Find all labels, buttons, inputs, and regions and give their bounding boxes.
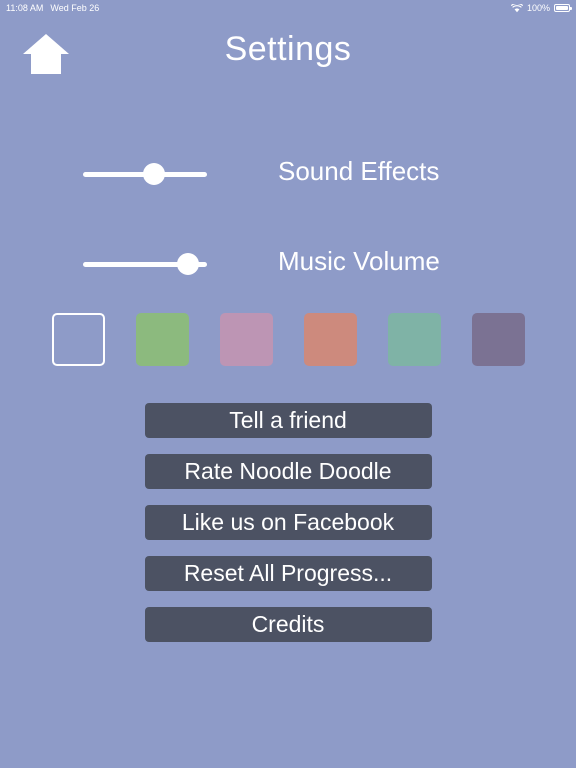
music-volume-label: Music Volume [278, 246, 440, 276]
music-volume-slider-knob[interactable] [177, 253, 199, 275]
swatch-green[interactable] [135, 313, 189, 366]
swatch-salmon[interactable] [303, 313, 357, 366]
header: Settings [0, 16, 576, 94]
settings-button-list: Tell a friend Rate Noodle Doodle Like us… [0, 403, 576, 642]
tell-a-friend-button[interactable]: Tell a friend [144, 403, 432, 438]
status-bar-right: 100% [510, 3, 572, 13]
swatch-teal[interactable] [387, 313, 441, 366]
reset-progress-button[interactable]: Reset All Progress... [144, 556, 432, 591]
credits-button[interactable]: Credits [144, 607, 432, 642]
status-bar-left: 11:08 AM Wed Feb 26 [6, 3, 99, 13]
rate-app-button[interactable]: Rate Noodle Doodle [144, 454, 432, 489]
color-swatch-row [0, 313, 576, 366]
status-bar: 11:08 AM Wed Feb 26 100% [0, 0, 576, 16]
slider-row-sound-effects: Sound Effects [0, 94, 576, 186]
wifi-icon [510, 3, 523, 13]
swatch-mauve[interactable] [219, 313, 273, 366]
battery-icon [554, 4, 572, 12]
status-time: 11:08 AM [6, 3, 44, 13]
slider-row-music-volume: Music Volume [0, 184, 576, 276]
page-title: Settings [224, 30, 352, 68]
battery-percent: 100% [526, 3, 550, 13]
swatch-purple[interactable] [471, 313, 525, 366]
sound-effects-slider-knob[interactable] [143, 163, 165, 185]
status-date: Wed Feb 26 [50, 3, 100, 13]
sound-effects-label: Sound Effects [278, 156, 440, 186]
swatch-none[interactable] [51, 313, 105, 366]
like-facebook-button[interactable]: Like us on Facebook [144, 505, 432, 540]
